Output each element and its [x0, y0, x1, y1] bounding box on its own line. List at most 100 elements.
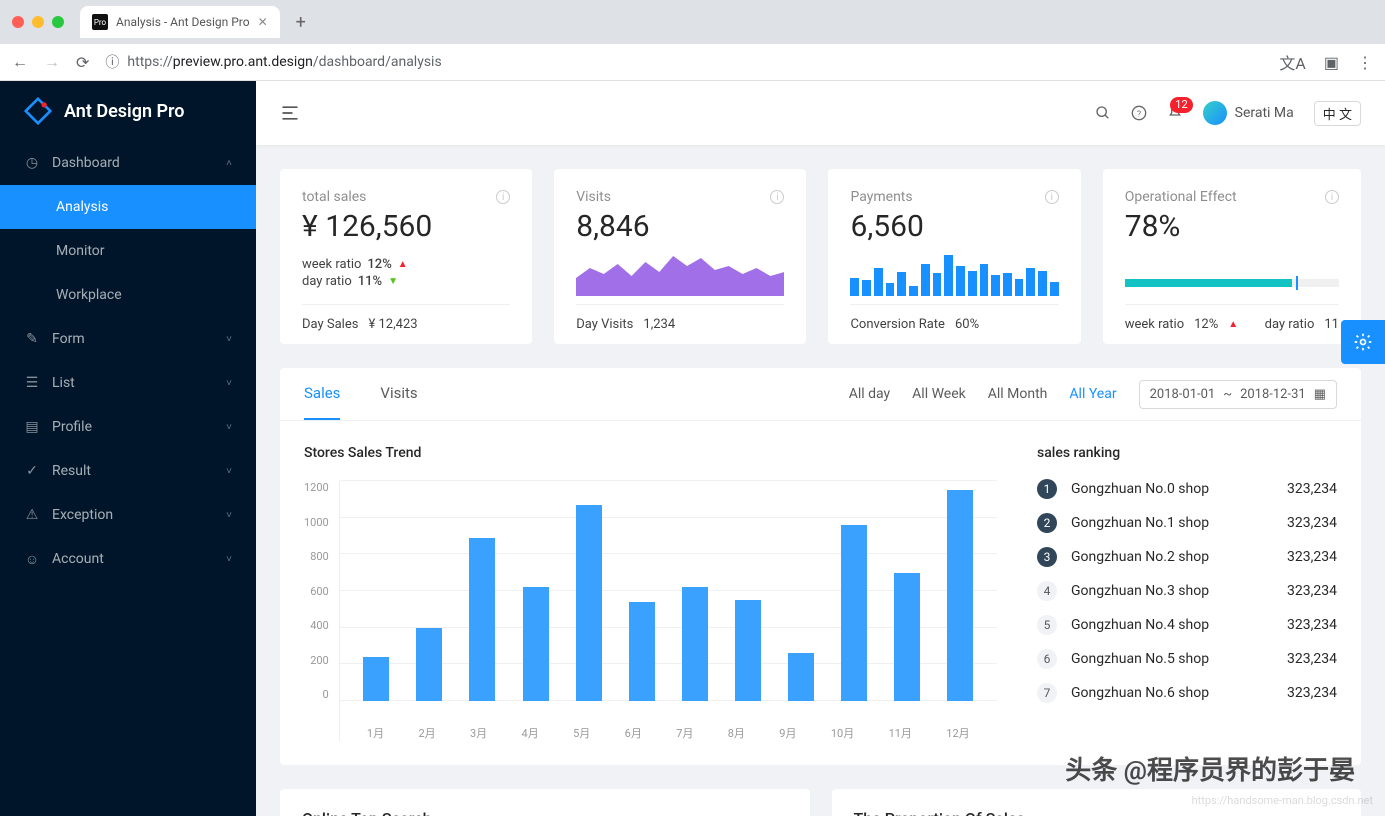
rank-number: 3: [1037, 547, 1057, 567]
chevron-down-icon: ˅: [226, 378, 232, 389]
profile-icon[interactable]: ▣: [1324, 53, 1339, 72]
sidebar: Ant Design Pro ◷Dashboard ˄ Analysis Mon…: [0, 81, 256, 816]
bar[interactable]: [682, 587, 708, 701]
chevron-down-icon: ˅: [226, 510, 232, 521]
search-icon[interactable]: [1095, 105, 1111, 121]
info-icon[interactable]: i: [496, 190, 510, 204]
bar[interactable]: [523, 587, 549, 701]
user-menu[interactable]: Serati Ma: [1203, 101, 1294, 125]
translate-icon[interactable]: 文A: [1279, 50, 1305, 74]
bar[interactable]: [788, 653, 814, 701]
rank-number: 7: [1037, 683, 1057, 703]
new-tab-button[interactable]: +: [288, 12, 314, 33]
rank-name: Gongzhuan No.2 shop: [1071, 549, 1209, 565]
bar[interactable]: [894, 573, 920, 701]
result-icon: ✓: [24, 463, 40, 479]
rank-number: 6: [1037, 649, 1057, 669]
chevron-down-icon: ˅: [226, 422, 232, 433]
sidebar-item-form[interactable]: ✎Form˅: [0, 317, 256, 361]
panel-online-top-search: Online Top Search···: [280, 789, 810, 816]
site-info-icon[interactable]: ⓘ: [105, 52, 119, 72]
sidebar-item-workplace[interactable]: Workplace: [0, 273, 256, 317]
kpi-visits: Visitsi 8,846 Day Visits 1,234: [554, 169, 806, 344]
bar[interactable]: [416, 628, 442, 701]
header: ? 12 Serati Ma 中 文: [256, 81, 1385, 145]
range-all-week[interactable]: All Week: [912, 386, 966, 402]
bar[interactable]: [469, 538, 495, 701]
rank-item[interactable]: 1Gongzhuan No.0 shop323,234: [1037, 479, 1337, 499]
logo-icon: [24, 97, 52, 125]
rank-item[interactable]: 5Gongzhuan No.4 shop323,234: [1037, 615, 1337, 635]
kpi-value: 6,560: [850, 209, 1058, 244]
brand[interactable]: Ant Design Pro: [0, 81, 256, 141]
chart-title: Stores Sales Trend: [304, 445, 997, 461]
tab-visits[interactable]: Visits: [380, 368, 417, 420]
calendar-icon: ▦: [1314, 387, 1326, 402]
user-icon: ☺: [24, 551, 40, 568]
sidebar-item-analysis[interactable]: Analysis: [0, 185, 256, 229]
rank-title: sales ranking: [1037, 445, 1337, 461]
form-icon: ✎: [24, 331, 40, 347]
rank-name: Gongzhuan No.6 shop: [1071, 685, 1209, 701]
range-all-day[interactable]: All day: [849, 386, 890, 402]
kpi-value: ¥ 126,560: [302, 209, 510, 244]
rank-value: 323,234: [1287, 651, 1337, 667]
tab-sales[interactable]: Sales: [304, 368, 340, 420]
notification-badge: 12: [1170, 97, 1192, 113]
kpi-total-sales: total salesi ¥ 126,560 week ratio 12% ▲ …: [280, 169, 532, 344]
chevron-down-icon: ˅: [226, 554, 232, 565]
window-controls[interactable]: [12, 16, 64, 28]
rank-item[interactable]: 7 Gongzhuan No.6 shop 323,234: [1037, 683, 1337, 703]
progress-bar: [1125, 279, 1339, 287]
username: Serati Ma: [1235, 105, 1294, 121]
back-icon[interactable]: ←: [12, 52, 28, 72]
rank-name: Gongzhuan No.1 shop: [1071, 515, 1209, 531]
browser-tab[interactable]: Pro Analysis - Ant Design Pro ✕: [80, 6, 280, 38]
kpi-value: 78%: [1125, 209, 1339, 244]
rank-item[interactable]: 2 Gongzhuan No.1 shop 323,234: [1037, 513, 1337, 533]
collapse-sidebar-button[interactable]: [280, 103, 300, 123]
browser-menu-icon[interactable]: ⋮: [1357, 53, 1373, 72]
range-all-year[interactable]: All Year: [1069, 386, 1116, 402]
bar[interactable]: [576, 505, 602, 701]
help-icon[interactable]: ?: [1131, 105, 1147, 121]
bar[interactable]: [841, 525, 867, 701]
rank-item[interactable]: 4Gongzhuan No.3 shop323,234: [1037, 581, 1337, 601]
rank-number: 1: [1037, 479, 1057, 499]
sidebar-item-account[interactable]: ☺Account˅: [0, 537, 256, 581]
address-bar[interactable]: ⓘ https://preview.pro.ant.design/dashboa…: [105, 52, 1263, 72]
close-tab-icon[interactable]: ✕: [258, 15, 268, 29]
bar[interactable]: [363, 657, 389, 701]
sales-bar-chart: 120010008006004002000 1月2月3月4月5月6月7月8月9月…: [304, 481, 997, 741]
rank-number: 2: [1037, 513, 1057, 533]
date-range-picker[interactable]: 2018-01-01 ~ 2018-12-31 ▦: [1139, 380, 1337, 409]
sidebar-item-dashboard[interactable]: ◷Dashboard ˄: [0, 141, 256, 185]
language-button[interactable]: 中 文: [1314, 101, 1361, 126]
sidebar-item-result[interactable]: ✓Result˅: [0, 449, 256, 493]
reload-icon[interactable]: ⟳: [76, 53, 89, 72]
bar[interactable]: [735, 600, 761, 701]
chevron-up-icon: ˄: [226, 158, 232, 169]
rank-value: 323,234: [1287, 515, 1337, 531]
rank-value: 323,234: [1287, 685, 1337, 701]
sidebar-item-profile[interactable]: ▤Profile˅: [0, 405, 256, 449]
sidebar-item-list[interactable]: ☰List˅: [0, 361, 256, 405]
settings-fab[interactable]: [1341, 320, 1385, 364]
info-icon[interactable]: i: [1045, 190, 1059, 204]
caret-down-icon: ▼: [388, 276, 398, 287]
kpi-operational-effect: Operational Effecti 78% week ratio 12% ▲…: [1103, 169, 1361, 344]
sidebar-item-monitor[interactable]: Monitor: [0, 229, 256, 273]
rank-item[interactable]: 6Gongzhuan No.5 shop323,234: [1037, 649, 1337, 669]
rank-name: Gongzhuan No.4 shop: [1071, 617, 1209, 633]
bell-icon[interactable]: 12: [1167, 105, 1183, 121]
range-all-month[interactable]: All Month: [988, 386, 1048, 402]
info-icon[interactable]: i: [1325, 190, 1339, 204]
rank-item[interactable]: 3Gongzhuan No.2 shop323,234: [1037, 547, 1337, 567]
kpi-value: 8,846: [576, 209, 784, 244]
sidebar-item-exception[interactable]: ⚠Exception˅: [0, 493, 256, 537]
bar[interactable]: [629, 602, 655, 701]
info-icon[interactable]: i: [770, 190, 784, 204]
forward-icon[interactable]: →: [44, 52, 60, 72]
bar[interactable]: [947, 490, 973, 701]
svg-text:?: ?: [1137, 109, 1141, 119]
